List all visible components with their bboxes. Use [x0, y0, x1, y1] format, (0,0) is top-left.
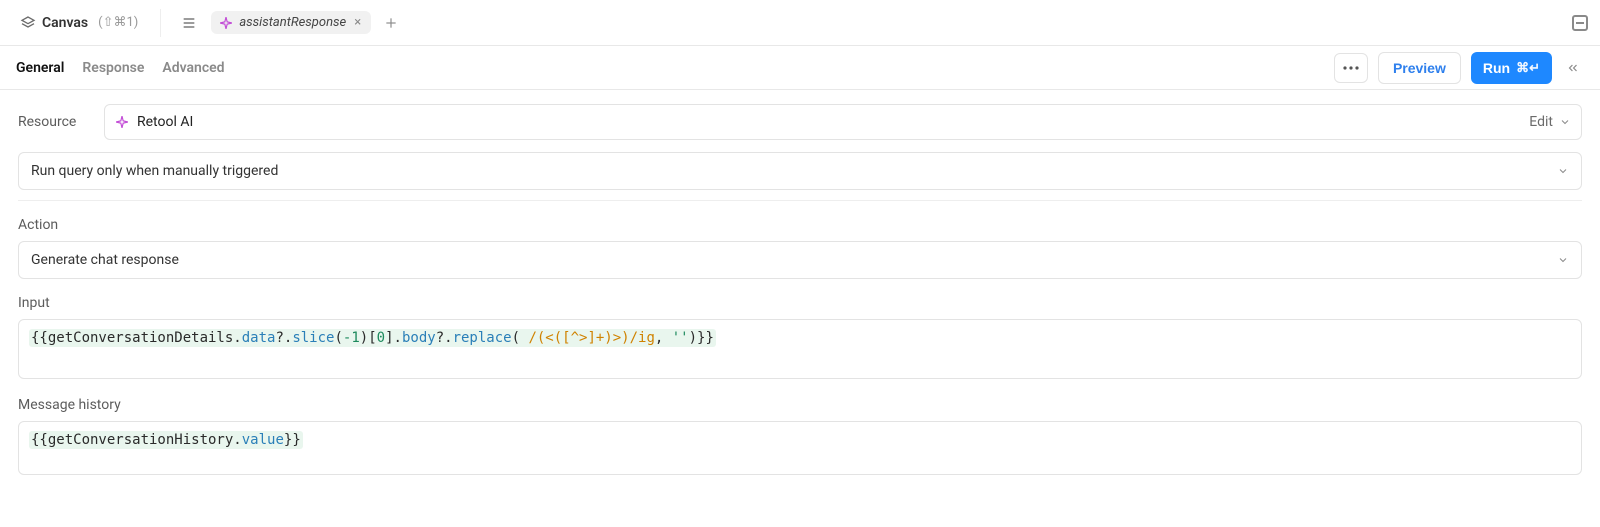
query-tab-assistant-response[interactable]: assistantResponse ×: [211, 11, 371, 34]
resource-select[interactable]: Retool AI Edit: [104, 104, 1582, 140]
sub-tabs-bar: General Response Advanced Preview Run ⌘↵: [0, 46, 1600, 90]
resource-row: Resource Retool AI Edit: [18, 104, 1582, 140]
separator: [160, 9, 161, 37]
collapse-panel-icon[interactable]: [1562, 61, 1584, 75]
chevron-down-icon: [1557, 254, 1569, 266]
run-button-label: Run: [1483, 60, 1510, 76]
tab-general[interactable]: General: [16, 60, 64, 76]
preview-button[interactable]: Preview: [1378, 52, 1461, 84]
input-label: Input: [18, 295, 1582, 311]
chevron-down-icon: [1559, 116, 1571, 128]
action-value: Generate chat response: [31, 252, 179, 268]
input-code-editor[interactable]: {{getConversationDetails.data?.slice(-1)…: [18, 319, 1582, 379]
add-tab-button[interactable]: [379, 11, 403, 35]
resource-edit-button[interactable]: Edit: [1529, 114, 1571, 130]
edit-label: Edit: [1529, 114, 1553, 130]
trigger-mode-select[interactable]: Run query only when manually triggered: [18, 152, 1582, 190]
top-bar: Canvas (⇧⌘1) assistantResponse ×: [0, 0, 1600, 46]
canvas-label: Canvas: [42, 15, 88, 31]
action-label: Action: [18, 217, 1582, 233]
message-history-code-editor[interactable]: {{getConversationHistory.value}}: [18, 421, 1582, 475]
chevron-down-icon: [1557, 165, 1569, 177]
action-select[interactable]: Generate chat response: [18, 241, 1582, 279]
more-options-button[interactable]: [1334, 53, 1368, 83]
message-history-label: Message history: [18, 397, 1582, 413]
layers-icon: [20, 15, 36, 31]
query-tab-label: assistantResponse: [239, 15, 346, 30]
divider: [18, 200, 1582, 201]
close-icon[interactable]: ×: [352, 15, 363, 30]
canvas-shortcut: (⇧⌘1): [98, 15, 138, 30]
run-button[interactable]: Run ⌘↵: [1471, 52, 1552, 84]
run-shortcut: ⌘↵: [1516, 60, 1540, 76]
query-editor-body: Resource Retool AI Edit Ru: [0, 90, 1600, 499]
panel-collapse-icon[interactable]: [1572, 15, 1588, 31]
canvas-toggle[interactable]: Canvas (⇧⌘1): [12, 11, 146, 35]
tab-response[interactable]: Response: [82, 60, 144, 76]
menu-icon[interactable]: [175, 9, 203, 37]
tab-advanced[interactable]: Advanced: [162, 60, 224, 76]
resource-name: Retool AI: [137, 114, 193, 130]
sparkle-icon: [219, 16, 233, 30]
resource-label: Resource: [18, 114, 90, 130]
trigger-mode-value: Run query only when manually triggered: [31, 163, 278, 179]
sparkle-icon: [115, 115, 129, 129]
